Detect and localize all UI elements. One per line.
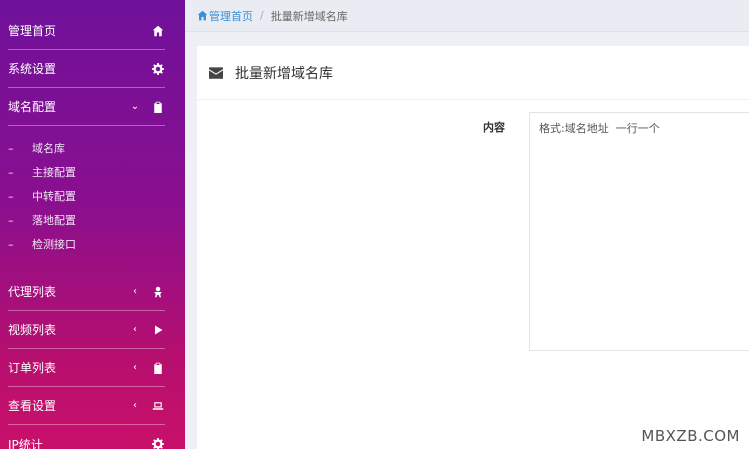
- laptop-icon: [151, 399, 165, 413]
- main-content: 管理首页 / 批量新增域名库 批量新增域名库 内容: [185, 0, 749, 449]
- sidebar-subitem-relay-config[interactable]: – 中转配置: [8, 186, 76, 206]
- dash-icon: –: [8, 237, 14, 251]
- chevron-left-icon: ‹: [133, 362, 137, 373]
- home-icon: [197, 10, 208, 21]
- sidebar-item-label: 查看设置: [8, 399, 57, 413]
- sidebar: 管理首页 系统设置 域名配置 ⌄ – 域名库 – 主接配置 – 中转配置 – 落…: [0, 0, 185, 449]
- gear-icon: [151, 437, 165, 449]
- sidebar-subitem-main-config[interactable]: – 主接配置: [8, 162, 76, 182]
- chevron-down-icon: ⌄: [130, 101, 140, 112]
- sidebar-item-label: 订单列表: [8, 361, 57, 375]
- sidebar-item-system-settings[interactable]: 系统设置: [8, 50, 165, 88]
- sidebar-subitem-label: 落地配置: [32, 214, 76, 227]
- watermark: MBXZB.COM: [641, 427, 740, 445]
- chevron-left-icon: ‹: [133, 324, 137, 335]
- breadcrumb-current: 批量新增域名库: [270, 9, 348, 23]
- play-icon: [151, 323, 165, 337]
- sidebar-subitem-check-api[interactable]: – 检测接口: [8, 234, 76, 254]
- sidebar-item-ip-stats[interactable]: IP统计: [8, 425, 165, 449]
- gear-icon: [151, 62, 165, 76]
- sidebar-subitem-landing-config[interactable]: – 落地配置: [8, 210, 76, 230]
- clipboard-icon: [151, 100, 165, 114]
- dash-icon: –: [8, 165, 14, 179]
- user-icon: [151, 285, 165, 299]
- sidebar-item-home[interactable]: 管理首页: [8, 12, 165, 50]
- dash-icon: –: [8, 141, 14, 155]
- sidebar-item-label: 视频列表: [8, 323, 57, 337]
- content-label: 内容: [483, 121, 505, 134]
- sidebar-subitem-domain-library[interactable]: – 域名库: [8, 138, 65, 158]
- sidebar-item-domain-config[interactable]: 域名配置 ⌄: [8, 88, 165, 126]
- card-title: 批量新增域名库: [235, 65, 333, 82]
- chevron-left-icon: ‹: [133, 400, 137, 411]
- clipboard-icon: [151, 361, 165, 375]
- breadcrumb: 管理首页 / 批量新增域名库: [185, 0, 749, 32]
- chevron-left-icon: ‹: [133, 286, 137, 297]
- sidebar-item-order-list[interactable]: 订单列表 ‹: [8, 349, 165, 387]
- sidebar-subitem-label: 中转配置: [32, 190, 76, 203]
- sidebar-subitem-label: 检测接口: [32, 238, 76, 251]
- sidebar-item-video-list[interactable]: 视频列表 ‹: [8, 311, 165, 349]
- sidebar-item-label: 管理首页: [8, 24, 57, 38]
- content-textarea[interactable]: [529, 112, 749, 351]
- sidebar-subitem-label: 主接配置: [32, 166, 76, 179]
- dash-icon: –: [8, 189, 14, 203]
- sidebar-item-agent-list[interactable]: 代理列表 ‹: [8, 273, 165, 311]
- breadcrumb-home-link[interactable]: 管理首页: [197, 8, 253, 24]
- sidebar-item-label: 域名配置: [8, 100, 57, 114]
- breadcrumb-separator: /: [260, 9, 264, 22]
- sidebar-subitem-label: 域名库: [32, 142, 65, 155]
- sidebar-item-label: 系统设置: [8, 62, 57, 76]
- envelope-icon: [209, 66, 223, 79]
- card-header: 批量新增域名库: [197, 46, 749, 100]
- sidebar-item-label: 代理列表: [8, 285, 57, 299]
- sidebar-item-label: IP统计: [8, 437, 43, 449]
- dash-icon: –: [8, 213, 14, 227]
- breadcrumb-home-label: 管理首页: [209, 9, 253, 23]
- form-card: 批量新增域名库 内容: [197, 46, 749, 449]
- home-icon: [151, 24, 165, 38]
- sidebar-item-view-settings[interactable]: 查看设置 ‹: [8, 387, 165, 425]
